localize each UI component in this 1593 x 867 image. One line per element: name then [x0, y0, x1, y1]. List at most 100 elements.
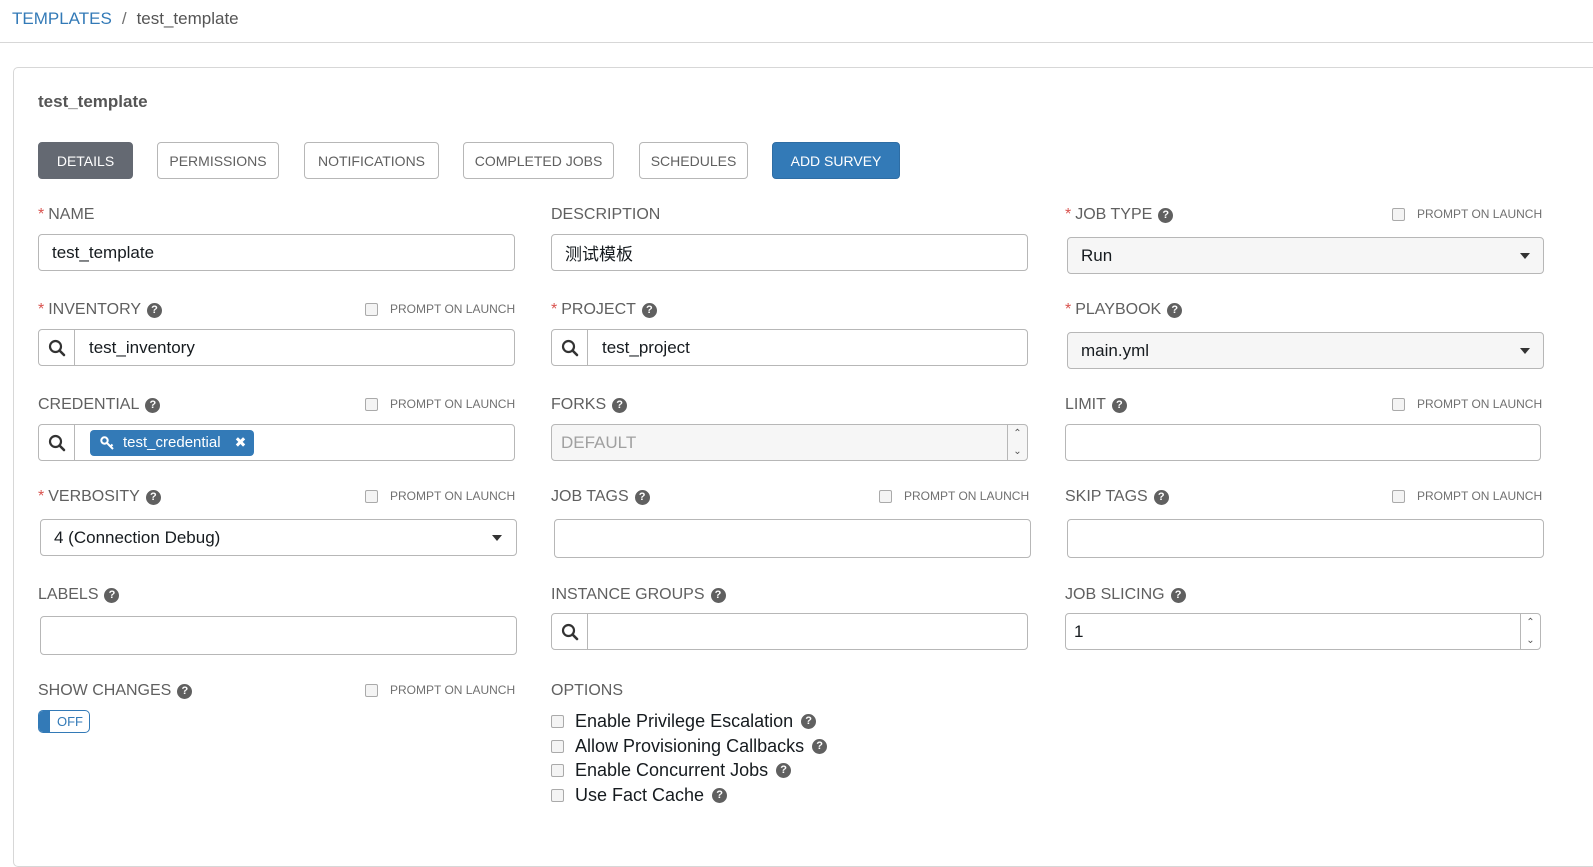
job-tags-input[interactable] — [554, 519, 1031, 558]
question-circle-icon[interactable]: ? — [710, 587, 726, 603]
prompt-label: PROMPT ON LAUNCH — [390, 489, 516, 503]
chevron-up-icon[interactable]: ⌃ — [1526, 617, 1534, 628]
question-circle-icon[interactable]: ? — [801, 714, 817, 729]
limit-input[interactable] — [1065, 424, 1541, 461]
inventory-value: test_inventory — [89, 337, 195, 357]
job-tags-prompt[interactable]: PROMPT ON LAUNCH — [879, 489, 1029, 503]
question-circle-icon[interactable]: ? — [1111, 397, 1127, 413]
credential-lookup[interactable]: test_credential ✖ — [38, 424, 515, 461]
option-checkbox[interactable] — [551, 764, 564, 777]
option-checkbox[interactable] — [551, 740, 564, 753]
option-checkbox[interactable] — [551, 789, 564, 802]
name-input[interactable]: test_template — [38, 234, 515, 271]
search-icon[interactable] — [39, 330, 75, 365]
forks-input[interactable]: DEFAULT ⌃ ⌄ — [551, 424, 1028, 461]
project-lookup[interactable]: test_project — [551, 329, 1028, 366]
question-circle-icon[interactable]: ? — [1158, 207, 1174, 223]
prompt-checkbox[interactable] — [365, 397, 378, 411]
tab-details[interactable]: DETAILS — [38, 142, 133, 179]
playbook-value: main.yml — [1081, 340, 1150, 360]
limit-label-text: LIMIT — [1065, 396, 1106, 413]
verbosity-select[interactable]: 4 (Connection Debug) — [40, 519, 517, 556]
option-provisioning-callbacks[interactable]: Allow Provisioning Callbacks ? — [551, 736, 828, 757]
labels-input[interactable] — [40, 616, 517, 655]
prompt-checkbox[interactable] — [365, 683, 378, 697]
question-circle-icon[interactable]: ? — [145, 489, 161, 505]
option-concurrent-jobs[interactable]: Enable Concurrent Jobs ? — [551, 760, 792, 781]
question-circle-icon[interactable]: ? — [147, 302, 162, 318]
playbook-select[interactable]: main.yml — [1067, 332, 1544, 369]
prompt-checkbox[interactable] — [1392, 397, 1405, 411]
name-label-text: NAME — [48, 206, 95, 223]
skip-tags-prompt[interactable]: PROMPT ON LAUNCH — [1392, 489, 1542, 503]
job-slicing-stepper[interactable]: ⌃ ⌄ — [1520, 614, 1540, 649]
option-privilege-escalation[interactable]: Enable Privilege Escalation ? — [551, 711, 817, 732]
show-changes-label-text: SHOW CHANGES — [38, 682, 172, 699]
credential-chip[interactable]: test_credential ✖ — [90, 429, 255, 456]
inventory-lookup[interactable]: test_inventory — [38, 329, 515, 366]
tab-completed-jobs[interactable]: COMPLETED JOBS — [463, 142, 614, 179]
job-slicing-input[interactable]: 1 ⌃ ⌄ — [1065, 613, 1541, 650]
options-label-text: OPTIONS — [551, 682, 624, 699]
skip-tags-input[interactable] — [1067, 519, 1544, 558]
question-circle-icon[interactable]: ? — [812, 739, 828, 754]
project-label-text: PROJECT — [561, 301, 636, 318]
question-circle-icon[interactable]: ? — [104, 587, 120, 603]
required-indicator: * — [1065, 206, 1072, 223]
show-changes-toggle[interactable]: OFF — [38, 710, 90, 733]
forks-stepper[interactable]: ⌃ ⌄ — [1007, 425, 1027, 460]
question-circle-icon[interactable]: ? — [776, 763, 792, 778]
question-circle-icon[interactable]: ? — [641, 302, 657, 318]
question-circle-icon[interactable]: ? — [712, 788, 728, 803]
question-circle-icon[interactable]: ? — [1170, 587, 1186, 603]
breadcrumb: TEMPLATES / test_template — [0, 0, 1593, 43]
prompt-label: PROMPT ON LAUNCH — [1417, 207, 1543, 221]
limit-prompt[interactable]: PROMPT ON LAUNCH — [1392, 397, 1542, 411]
question-circle-icon[interactable]: ? — [177, 683, 193, 699]
show-changes-prompt[interactable]: PROMPT ON LAUNCH — [365, 683, 515, 697]
tab-notifications[interactable]: NOTIFICATIONS — [304, 142, 439, 179]
breadcrumb-templates-link[interactable]: TEMPLATES — [12, 9, 112, 28]
credential-prompt[interactable]: PROMPT ON LAUNCH — [365, 397, 515, 411]
question-circle-icon[interactable]: ? — [634, 489, 650, 505]
prompt-checkbox[interactable] — [1392, 489, 1405, 503]
chevron-up-icon[interactable]: ⌃ — [1013, 428, 1021, 439]
prompt-checkbox[interactable] — [365, 302, 378, 316]
breadcrumb-current: test_template — [136, 9, 239, 28]
description-input[interactable]: 测试模板 — [551, 234, 1028, 271]
tab-schedules[interactable]: SCHEDULES — [639, 142, 748, 179]
instance-groups-label: INSTANCE GROUPS ? — [551, 586, 726, 604]
inventory-prompt[interactable]: PROMPT ON LAUNCH — [365, 302, 515, 316]
job-type-prompt[interactable]: PROMPT ON LAUNCH — [1392, 207, 1542, 221]
question-circle-icon[interactable]: ? — [612, 397, 628, 413]
option-fact-cache[interactable]: Use Fact Cache ? — [551, 785, 728, 806]
prompt-checkbox[interactable] — [879, 489, 892, 503]
prompt-label: PROMPT ON LAUNCH — [390, 397, 516, 411]
question-circle-icon[interactable]: ? — [145, 397, 161, 413]
option-checkbox[interactable] — [551, 715, 564, 728]
question-circle-icon[interactable]: ? — [1153, 489, 1169, 505]
chevron-down-icon[interactable]: ⌄ — [1013, 446, 1021, 457]
job-type-select[interactable]: Run — [1067, 237, 1544, 274]
project-label: * PROJECT ? — [551, 301, 657, 319]
question-circle-icon[interactable]: ? — [1167, 302, 1183, 318]
description-label: DESCRIPTION — [551, 206, 660, 224]
instance-groups-lookup[interactable] — [551, 613, 1028, 650]
prompt-checkbox[interactable] — [1392, 207, 1405, 221]
search-icon[interactable] — [552, 614, 588, 649]
remove-icon[interactable]: ✖ — [235, 434, 247, 451]
required-indicator: * — [1065, 301, 1072, 318]
tab-permissions[interactable]: PERMISSIONS — [157, 142, 279, 179]
add-survey-button[interactable]: ADD SURVEY — [772, 142, 900, 179]
verbosity-value: 4 (Connection Debug) — [54, 527, 221, 547]
skip-tags-label-text: SKIP TAGS — [1065, 488, 1148, 505]
search-icon[interactable] — [39, 425, 75, 460]
search-icon[interactable] — [552, 330, 588, 365]
job-slicing-label-text: JOB SLICING — [1065, 586, 1165, 603]
prompt-checkbox[interactable] — [365, 489, 378, 503]
verbosity-prompt[interactable]: PROMPT ON LAUNCH — [365, 489, 515, 503]
chevron-down-icon — [1520, 348, 1530, 354]
prompt-label: PROMPT ON LAUNCH — [1417, 489, 1543, 503]
key-icon — [100, 435, 114, 450]
chevron-down-icon[interactable]: ⌄ — [1526, 635, 1534, 646]
